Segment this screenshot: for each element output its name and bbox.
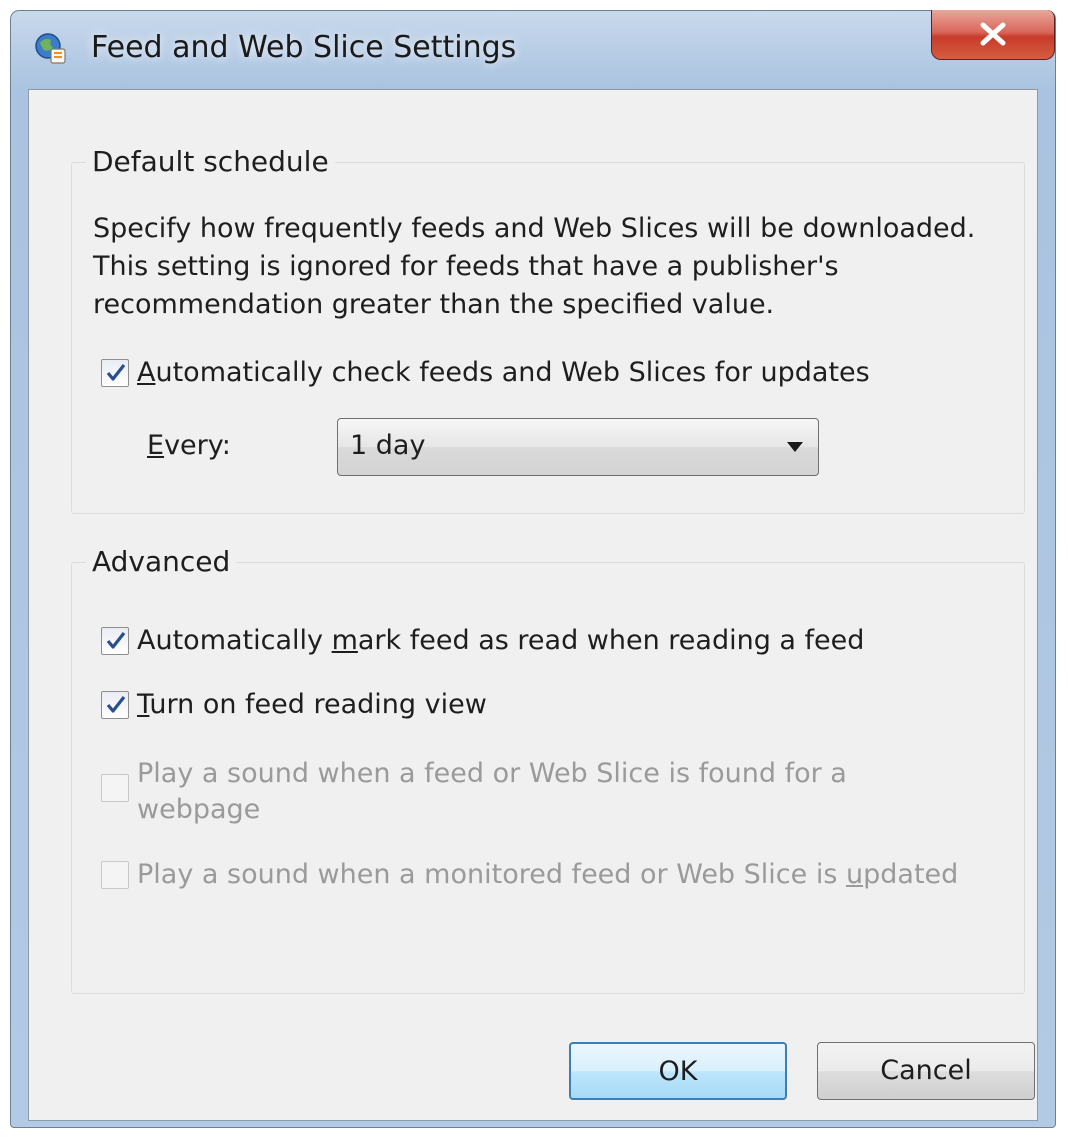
close-button[interactable] [931,10,1055,60]
reading-view-label[interactable]: Turn on feed reading view [137,686,487,724]
feed-settings-icon [33,31,69,67]
accelerator-key: T [137,689,150,720]
sound-found-checkbox[interactable] [101,774,129,802]
sound-found-label[interactable]: Play a sound when a feed or Web Slice is… [137,756,847,828]
accelerator-key: E [147,430,165,461]
label-text: Automatically [137,625,332,656]
label-text: utomatically check feeds and Web Slices … [155,357,870,388]
checkmark-icon [106,632,126,649]
default-schedule-caption: Default schedule [86,145,335,178]
dialog-body: Default schedule Specify how frequently … [28,89,1038,1121]
close-icon [980,22,1006,46]
checkmark-icon [106,696,126,713]
mark-read-label[interactable]: Automatically mark feed as read when rea… [137,622,864,660]
auto-check-checkbox[interactable] [101,359,129,387]
cancel-button[interactable]: Cancel [817,1042,1035,1100]
advanced-caption: Advanced [86,545,237,578]
every-label: Every: [147,430,231,461]
label-text: pdated [863,859,959,890]
label-line: Play a sound when a feed or Web Slice is… [137,758,847,789]
accelerator-key: A [137,357,156,388]
mark-read-row[interactable]: Automatically mark feed as read when rea… [101,622,864,660]
label-text: Play a sound when a monitored feed or We… [137,859,846,890]
reading-view-row[interactable]: Turn on feed reading view [101,686,487,724]
sound-found-row[interactable]: Play a sound when a feed or Web Slice is… [101,756,847,828]
sound-updated-row[interactable]: Play a sound when a monitored feed or We… [101,856,958,894]
label-text: very: [164,430,231,461]
description-line: This setting is ignored for feeds that h… [93,251,839,282]
accelerator-key: u [846,859,864,890]
label-text: ark feed as read when reading a feed [357,625,865,656]
label-line: webpage [137,794,261,825]
reading-view-checkbox[interactable] [101,691,129,719]
auto-check-label[interactable]: Automatically check feeds and Web Slices… [137,354,870,392]
schedule-description: Specify how frequently feeds and Web Sli… [93,210,1013,324]
auto-check-row[interactable]: Automatically check feeds and Web Slices… [101,354,870,392]
chevron-down-icon [787,442,803,452]
description-line: Specify how frequently feeds and Web Sli… [93,213,976,244]
sound-updated-checkbox[interactable] [101,861,129,889]
frequency-select[interactable]: 1 day [337,418,819,476]
frequency-value: 1 day [350,430,426,461]
label-text: urn on feed reading view [149,689,487,720]
ok-button[interactable]: OK [569,1042,787,1100]
dialog-window: Feed and Web Slice Settings Default sche… [10,10,1056,1128]
window-title: Feed and Web Slice Settings [91,30,517,65]
title-bar[interactable]: Feed and Web Slice Settings [11,10,1055,91]
accelerator-key: m [331,625,358,656]
mark-read-checkbox[interactable] [101,627,129,655]
description-line: recommendation greater than the specifie… [93,289,775,320]
checkmark-icon [106,364,126,381]
sound-updated-label[interactable]: Play a sound when a monitored feed or We… [137,856,958,894]
